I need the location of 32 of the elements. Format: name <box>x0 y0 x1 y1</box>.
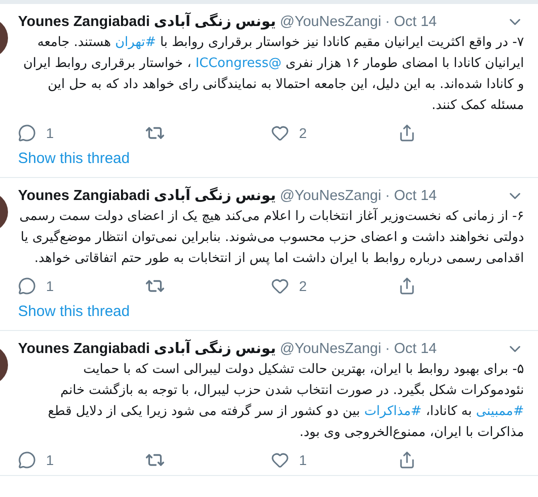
tweet-date[interactable]: · Oct 14 <box>385 14 437 30</box>
like-icon[interactable] <box>271 124 289 142</box>
like-count: 2 <box>299 125 307 141</box>
tweet-date[interactable]: · Oct 14 <box>385 341 437 357</box>
like-icon[interactable] <box>271 277 289 295</box>
reply-icon[interactable] <box>18 124 36 142</box>
share-icon[interactable] <box>398 277 416 295</box>
author-name[interactable]: Younes Zangiabadi یونس زنگی آبادی <box>18 341 276 357</box>
reply-count: 1 <box>46 452 54 468</box>
like-count: 2 <box>299 278 307 294</box>
like-count: 1 <box>299 452 307 468</box>
reply-count: 1 <box>46 125 54 141</box>
author-name[interactable]: Younes Zangiabadi یونس زنگی آبادی <box>18 188 276 204</box>
tweet-date[interactable]: · Oct 14 <box>385 188 437 204</box>
share-icon[interactable] <box>398 124 416 142</box>
author-handle: @YouNesZangi <box>280 14 382 30</box>
reply-count: 1 <box>46 278 54 294</box>
hashtag-link[interactable]: @ICCongress <box>195 56 282 71</box>
reply-icon[interactable] <box>18 277 36 295</box>
hashtag-link[interactable]: #تهران <box>115 35 156 50</box>
tweet-text: ۶- از زمانی که نخست‌وزیر آغاز انتخابات را اعلام می‌کند هیچ یک از اعضای دولت سمت رسمی دولتی نخواهند داشت و اعضای حزب محسوب می‌شوند. بنابراین نمی‌توان انتظار موضع‌گیری یا اقدامی رسمی درباره روابط با ایران داشت اما پس از انتخابات به طور حتم اتفاقاتی خواهد. <box>18 206 524 268</box>
author-handle: @YouNesZangi <box>280 341 382 357</box>
tweet-text: ۵- برای بهبود روابط با ایران، بهترین حالت تشکیل دولت لیبرالی است که با حمایت نئودموکرات شکل بگیرد. در صورت انتخاب شدن حزب لیبرال، با توجه به بازگشت خانم #ممبینی به کانادا، #مذاکرات بین دو کشور از سر گرفته می شود زیرا یکی از دلایل قطع مذاکرات با ایران، ممنوع‌الخروجی وی بود. <box>46 361 524 442</box>
like-icon[interactable] <box>271 451 289 469</box>
author-handle: @YouNesZangi <box>280 188 382 204</box>
reply-icon[interactable] <box>18 451 36 469</box>
show-thread-link[interactable]: Show this thread <box>18 148 524 177</box>
share-icon[interactable] <box>398 451 416 469</box>
hashtag-link[interactable]: #ممبینی <box>476 404 524 419</box>
hashtag-link[interactable]: #مذاکرات <box>364 404 422 419</box>
show-thread-link[interactable]: Show this thread <box>18 301 524 330</box>
author-name[interactable]: Younes Zangiabadi یونس زنگی آبادی <box>18 14 276 30</box>
